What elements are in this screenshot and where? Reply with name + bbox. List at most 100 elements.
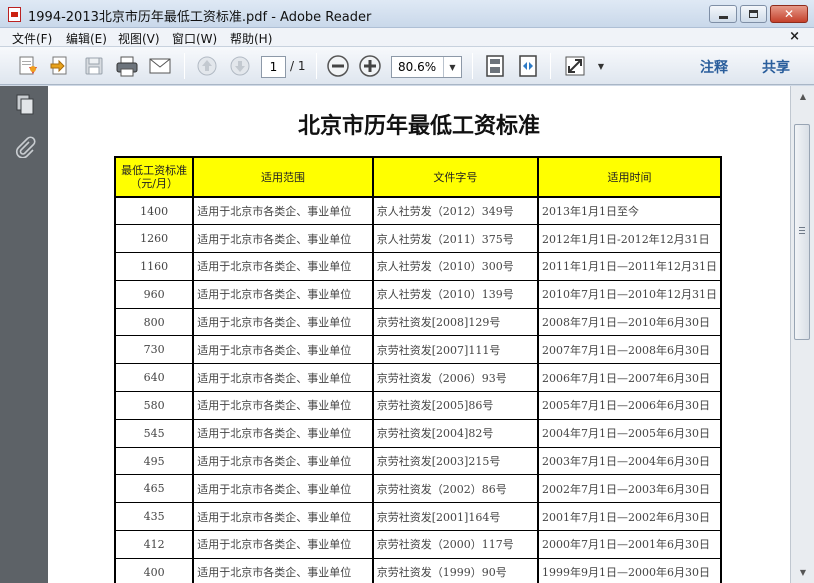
edit-pdf-icon (50, 56, 67, 75)
minimize-button[interactable] (709, 5, 737, 23)
cell-document-number: 京劳社资发[2003]215号 (371, 446, 538, 476)
close-document-button[interactable]: × (789, 29, 800, 44)
save-button[interactable] (82, 55, 106, 77)
cell-wage: 1400 (113, 196, 194, 226)
cell-document-number: 京劳社资发[2001]164号 (371, 502, 538, 532)
menu-window[interactable]: 窗口(W) (172, 30, 217, 47)
cell-wage: 435 (113, 502, 194, 532)
cell-wage: 800 (113, 307, 194, 337)
header-document-number: 文件字号 (371, 156, 539, 198)
table-row: 400 适用于北京市各类企、事业单位 京劳社资发（1999）90号 1999年9月1日… (113, 557, 723, 583)
menu-help[interactable]: 帮助(H) (230, 30, 272, 47)
cell-effective-period: 2003年7月1日—2004年6月30日 (536, 446, 723, 476)
cell-document-number: 京劳社资发[2007]111号 (371, 335, 538, 365)
table-row: 545 适用于北京市各类企、事业单位 京劳社资发[2004]82号 2004年7月1日… (113, 418, 723, 448)
table-row: 1260 适用于北京市各类企、事业单位 京人社劳发（2011）375号 2012年1月… (113, 224, 723, 254)
toolbar: 1 / 1 80.6% ▼ ▼ 注释 共享 (0, 47, 814, 85)
expand-icon (565, 56, 585, 76)
close-window-button[interactable]: ✕ (770, 5, 808, 23)
plus-circle-icon (359, 55, 381, 77)
cell-effective-period: 2013年1月1日至今 (536, 196, 723, 226)
share-button[interactable]: 共享 (762, 57, 790, 77)
menu-view[interactable]: 视图(V) (118, 30, 160, 47)
vertical-scrollbar[interactable]: ▲ ▼ (790, 86, 814, 583)
title-bar: 1994-2013北京市历年最低工资标准.pdf - Adobe Reader … (0, 0, 814, 28)
menu-file[interactable]: 文件(F) (12, 30, 52, 47)
table-header-row: 最低工资标准（元/月） 适用范围 文件字号 适用时间 (113, 156, 723, 198)
zoom-select[interactable]: 80.6% ▼ (391, 56, 462, 78)
chevron-down-icon[interactable]: ▼ (443, 57, 461, 77)
cell-scope: 适用于北京市各类企、事业单位 (192, 391, 373, 420)
maximize-icon (749, 10, 758, 18)
scroll-up-button[interactable]: ▲ (795, 88, 811, 104)
more-tools-button[interactable]: ▼ (594, 55, 608, 77)
cell-effective-period: 2002年7月1日—2003年6月30日 (536, 474, 723, 504)
cell-wage: 545 (113, 418, 194, 448)
grip-icon (799, 227, 805, 234)
table-row: 730 适用于北京市各类企、事业单位 京劳社资发[2007]111号 2007年7月1… (113, 335, 723, 365)
table-row: 580 适用于北京市各类企、事业单位 京劳社资发[2005]86号 2005年7月1日… (113, 391, 723, 420)
cell-effective-period: 1999年9月1日—2000年6月30日 (536, 557, 723, 583)
cell-effective-period: 2011年1月1日—2011年12月31日 (536, 252, 723, 281)
close-icon: ✕ (783, 7, 795, 21)
arrow-up-icon: ▲ (799, 91, 807, 101)
minimize-icon (718, 15, 728, 19)
scrollbar-thumb[interactable] (794, 124, 810, 340)
arrow-up-icon (197, 56, 217, 76)
next-page-button[interactable] (228, 55, 252, 77)
arrow-down-icon: ▼ (799, 567, 807, 577)
menu-edit[interactable]: 编辑(E) (66, 30, 107, 47)
toolbar-separator (184, 53, 185, 79)
fit-page-button[interactable] (483, 55, 507, 77)
wage-table: 最低工资标准（元/月） 适用范围 文件字号 适用时间 1400 适用于北京市各类企… (113, 156, 723, 583)
full-screen-button[interactable] (563, 55, 587, 77)
attachments-panel-button[interactable] (14, 136, 36, 159)
cell-scope: 适用于北京市各类企、事业单位 (192, 474, 373, 504)
document-view[interactable]: 北京市历年最低工资标准 最低工资标准（元/月） 适用范围 文件字号 适用时间 1… (48, 86, 790, 583)
previous-page-button[interactable] (195, 55, 219, 77)
cell-document-number: 京劳社资发[2005]86号 (371, 391, 538, 420)
cell-wage: 960 (113, 279, 194, 309)
cell-scope: 适用于北京市各类企、事业单位 (192, 557, 373, 583)
zoom-out-button[interactable] (326, 55, 350, 77)
zoom-in-button[interactable] (358, 55, 382, 77)
cell-scope: 适用于北京市各类企、事业单位 (192, 224, 373, 254)
table-row: 495 适用于北京市各类企、事业单位 京劳社资发[2003]215号 2003年7月1… (113, 446, 723, 476)
cell-wage: 1260 (113, 224, 194, 254)
cell-document-number: 京人社劳发（2011）375号 (371, 224, 538, 254)
minus-circle-icon (327, 55, 349, 77)
fit-width-button[interactable] (516, 55, 540, 77)
edit-pdf-button[interactable] (48, 55, 72, 77)
save-icon (85, 57, 103, 75)
pages-panel-button[interactable] (14, 94, 36, 116)
print-button[interactable] (115, 55, 139, 77)
cell-scope: 适用于北京市各类企、事业单位 (192, 307, 373, 337)
table-row: 412 适用于北京市各类企、事业单位 京劳社资发（2000）117号 2000年7月1… (113, 530, 723, 559)
cell-wage: 465 (113, 474, 194, 504)
create-pdf-icon (19, 56, 37, 75)
cell-document-number: 京人社劳发（2010）139号 (371, 279, 538, 309)
cell-scope: 适用于北京市各类企、事业单位 (192, 446, 373, 476)
cell-scope: 适用于北京市各类企、事业单位 (192, 530, 373, 559)
header-wage-standard: 最低工资标准（元/月） (113, 156, 195, 198)
cell-scope: 适用于北京市各类企、事业单位 (192, 279, 373, 309)
page-total: / 1 (290, 59, 306, 73)
cell-wage: 730 (113, 335, 194, 365)
cell-effective-period: 2005年7月1日—2006年6月30日 (536, 391, 723, 420)
cell-effective-period: 2007年7月1日—2008年6月30日 (536, 335, 723, 365)
cell-document-number: 京劳社资发[2004]82号 (371, 418, 538, 448)
create-pdf-button[interactable] (16, 55, 40, 77)
email-button[interactable] (148, 55, 172, 77)
header-effective-period: 适用时间 (536, 156, 723, 198)
scroll-down-button[interactable]: ▼ (795, 564, 811, 580)
cell-document-number: 京劳社资发（2002）86号 (371, 474, 538, 504)
comment-button[interactable]: 注释 (700, 57, 728, 77)
cell-document-number: 京劳社资发（2000）117号 (371, 530, 538, 559)
table-row: 1160 适用于北京市各类企、事业单位 京人社劳发（2010）300号 2011年1月… (113, 252, 723, 281)
envelope-icon (149, 58, 171, 74)
pdf-app-icon (8, 7, 21, 22)
page-number-input[interactable]: 1 (261, 56, 286, 78)
maximize-button[interactable] (740, 5, 767, 23)
window-title: 1994-2013北京市历年最低工资标准.pdf - Adobe Reader (28, 10, 372, 25)
cell-effective-period: 2001年7月1日—2002年6月30日 (536, 502, 723, 532)
